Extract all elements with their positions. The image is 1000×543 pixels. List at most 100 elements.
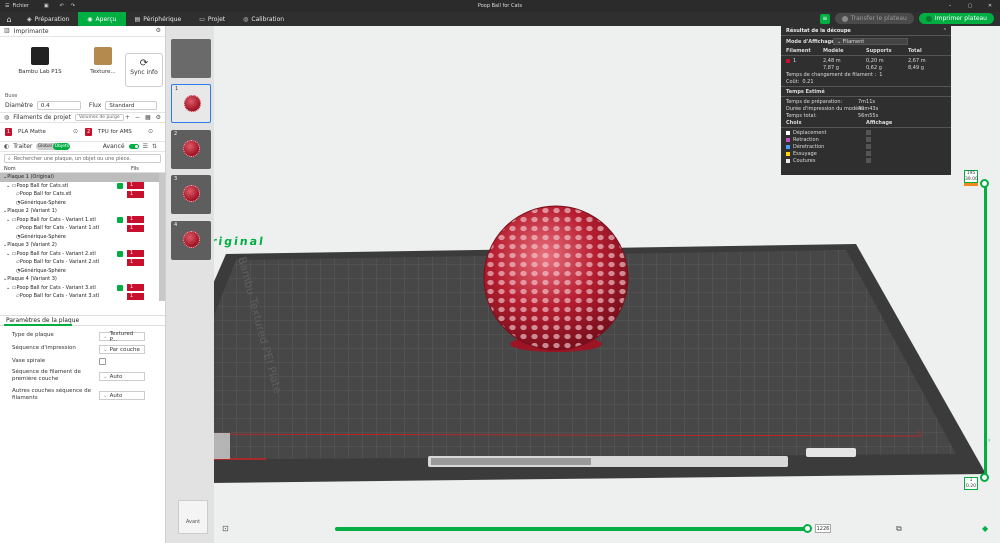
thumbnail-all-plates[interactable] — [171, 39, 211, 78]
purge-volumes-button[interactable]: Volumes de purge — [74, 114, 124, 121]
legend-item[interactable]: Essuyage — [781, 150, 951, 157]
slice-info-icon[interactable]: ≡ — [819, 13, 830, 24]
tree-part[interactable]: ▱ Poop Ball for Cats.stl 1 — [0, 190, 159, 199]
first-layer-sequence-select[interactable]: ⌄ Auto — [99, 372, 145, 381]
tree-modifier[interactable]: ◔ Générique-Sphère — [0, 199, 159, 208]
filament-badge[interactable]: 1 — [127, 190, 144, 198]
tree-plate[interactable]: ⌄ Plaque 4 (Variant 3) — [0, 275, 159, 284]
object-search-input[interactable]: ⌕ Rechercher une plaque, un objet ou une… — [4, 154, 161, 163]
tree-object[interactable]: ⌄ ▭ Poop Ball for Cats - Variant 3.stl 1 — [0, 284, 159, 293]
maximize-icon[interactable]: ▢ — [960, 0, 980, 12]
legend-visibility-checkbox[interactable] — [866, 137, 871, 142]
edit-icon[interactable]: ▦ — [145, 114, 151, 122]
advanced-toggle[interactable] — [128, 144, 139, 149]
tree-modifier[interactable]: ◔ Générique-Sphère — [0, 233, 159, 242]
fit-view-icon[interactable]: ⊡ — [222, 524, 229, 533]
filament-1-edit-icon[interactable]: ⊙ — [73, 128, 78, 136]
legend-visibility-checkbox[interactable] — [866, 151, 871, 156]
layers-icon[interactable]: ⧉ — [896, 524, 902, 533]
legend-visibility-checkbox[interactable] — [866, 144, 871, 149]
filament-1-number[interactable]: 1 — [5, 128, 12, 136]
filament-badge[interactable]: 1 — [127, 250, 144, 258]
filament-2-edit-icon[interactable]: ⊙ — [148, 128, 153, 136]
visibility-checkbox[interactable] — [117, 216, 123, 223]
redo-icon[interactable]: ↷ — [71, 3, 75, 9]
tree-modifier[interactable]: ◔ Générique-Sphère — [0, 267, 159, 276]
layer-slider-top-thumb[interactable] — [980, 179, 989, 188]
legend-item[interactable]: Déretraction — [781, 143, 951, 150]
tab-calibration[interactable]: ◎ Calibration — [234, 12, 293, 26]
print-plate-button[interactable]: Imprimer plateau — [918, 13, 994, 24]
filament-badge[interactable]: 1 — [127, 182, 144, 190]
legend-visibility-checkbox[interactable] — [866, 130, 871, 135]
tab-peripherique[interactable]: ▤ Périphérique — [126, 12, 191, 26]
legend-item[interactable]: Coutures — [781, 157, 951, 164]
plate-type-select[interactable]: ⌄ Textured P... — [99, 331, 145, 343]
tree-object[interactable]: ⌄ ▭ Poop Ball for Cats.stl 1 — [0, 182, 159, 191]
file-menu[interactable]: Fichier — [12, 3, 28, 9]
filament-1-select[interactable]: PLA Matte — [15, 127, 70, 137]
collapse-icon[interactable]: ⌃ — [943, 28, 947, 34]
global-objects-toggle[interactable]: Global Objets — [36, 143, 71, 150]
tree-object[interactable]: ⌄ ▭ Poop Ball for Cats - Variant 1.stl 1 — [0, 216, 159, 225]
layers-stack-icon[interactable]: ◆ — [982, 524, 988, 533]
thumbnail-plate-4[interactable]: 4 — [171, 221, 211, 260]
undo-icon[interactable]: ↶ — [60, 3, 64, 9]
thumbnail-plate-3[interactable]: 3 — [171, 175, 211, 214]
display-mode-select[interactable]: ⌄ Filament — [833, 38, 908, 45]
add-icon[interactable]: + — [125, 114, 130, 122]
filament-badge[interactable]: 1 — [127, 292, 144, 300]
legend-item[interactable]: Retraction — [781, 136, 951, 143]
printer-card[interactable]: Bambu Lab P1S — [15, 41, 65, 87]
layer-slider-track[interactable] — [984, 182, 987, 478]
tree-plate[interactable]: ⌄ Plaque 3 (Variant 2) — [0, 241, 159, 250]
gear-icon[interactable]: ⚙ — [156, 27, 161, 35]
plate-settings-tab[interactable]: Paramètres de la plaque — [0, 316, 165, 326]
filament-badge[interactable]: 1 — [127, 258, 144, 266]
flow-select[interactable]: Standard — [105, 101, 158, 110]
menu-icon[interactable]: ☰ — [5, 3, 9, 9]
tree-plate[interactable]: ⌄ Plaque 2 (Variant 1) — [0, 207, 159, 216]
tree-part[interactable]: ▱ Poop Ball for Cats - Variant 3.stl 1 — [0, 292, 159, 301]
legend-item[interactable]: Déplacement — [781, 129, 951, 136]
print-sequence-select[interactable]: ⌄ Par couche — [99, 345, 145, 354]
filament-badge[interactable]: 1 — [127, 216, 144, 224]
move-slider-track[interactable] — [335, 527, 810, 531]
visibility-checkbox[interactable] — [117, 250, 123, 257]
sync-info-button[interactable]: ⟳ Sync info — [125, 53, 163, 87]
home-icon[interactable]: ⌂ — [0, 12, 18, 26]
visibility-checkbox[interactable] — [117, 284, 123, 291]
compare-icon[interactable]: ⇅ — [152, 143, 157, 151]
filament-badge[interactable]: 1 — [127, 284, 144, 292]
tab-projet[interactable]: ▭ Projet — [190, 12, 234, 26]
other-layers-sequence-select[interactable]: ⌄ Auto — [99, 391, 145, 400]
thumbnail-plate-1[interactable]: 1 — [171, 84, 211, 123]
tree-part[interactable]: ▱ Poop Ball for Cats - Variant 2.stl 1 — [0, 258, 159, 267]
diameter-select[interactable]: 0.4 — [36, 101, 81, 110]
layer-slider[interactable]: 195 39.00 › 1 0.20 — [956, 170, 990, 490]
tree-object[interactable]: ⌄ ▭ Poop Ball for Cats - Variant 2.stl 1 — [0, 250, 159, 259]
list-icon[interactable]: ☰ — [143, 143, 148, 151]
plate-card[interactable]: Texture... — [82, 41, 124, 87]
move-slider[interactable] — [335, 524, 812, 533]
spiral-vase-checkbox[interactable] — [99, 358, 106, 365]
view-cube[interactable]: Avant — [178, 500, 208, 534]
filament-settings-icon[interactable]: ⚙ — [156, 114, 161, 122]
visibility-checkbox[interactable] — [117, 182, 123, 189]
filament-2-number[interactable]: 2 — [85, 128, 93, 136]
move-slider-thumb[interactable] — [803, 524, 812, 533]
tree-plate[interactable]: ⌄ Plaque 1 (Original) — [0, 173, 159, 182]
layer-slider-bottom-thumb[interactable] — [980, 473, 989, 482]
close-icon[interactable]: ✕ — [980, 0, 1000, 12]
save-icon[interactable]: ▣ — [44, 3, 49, 9]
filament-badge[interactable]: 1 — [127, 224, 144, 232]
tree-part[interactable]: ▱ Poop Ball for Cats - Variant 1.stl 1 — [0, 224, 159, 233]
minimize-icon[interactable]: – — [940, 0, 960, 12]
layer-arrow-icon[interactable]: › — [988, 437, 990, 444]
tab-preparation[interactable]: ◈ Préparation — [18, 12, 78, 26]
send-plate-button[interactable]: Transfer le plateau — [834, 13, 914, 24]
filament-2-select[interactable]: TPU for AMS — [95, 127, 146, 137]
tab-apercu[interactable]: ◉ Aperçu — [78, 12, 126, 26]
poop-ball-model[interactable] — [483, 205, 629, 351]
remove-icon[interactable]: − — [135, 114, 140, 122]
